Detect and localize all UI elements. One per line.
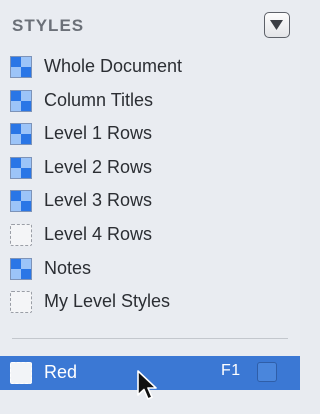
style-swatch-icon: [10, 156, 32, 179]
named-style-label: Red: [44, 362, 78, 382]
style-swatch-icon: [10, 190, 32, 213]
style-item-label: Whole Document: [44, 56, 183, 76]
named-style-checkbox[interactable]: [257, 362, 277, 382]
shortcut-key-label: F1: [221, 362, 241, 379]
style-item-level-1-rows[interactable]: Level 1 Rows: [0, 117, 300, 151]
styles-header: STYLES: [12, 12, 290, 40]
style-item-label: Level 1 Rows: [44, 123, 153, 144]
style-item-level-3-rows[interactable]: Level 3 Rows: [0, 184, 300, 218]
style-item-level-2-rows[interactable]: Level 2 Rows: [0, 151, 300, 185]
style-item-label: Notes: [44, 257, 92, 278]
empty-swatch-icon: [10, 362, 32, 384]
empty-swatch-icon: [10, 291, 32, 314]
style-swatch-icon: [10, 56, 32, 78]
style-item-label: My Level Styles: [44, 291, 171, 312]
style-item-whole-document[interactable]: Whole Document: [0, 50, 300, 84]
styles-panel: STYLES Whole Document Column Titles Leve…: [0, 0, 300, 414]
style-list: Whole Document Column Titles Level 1 Row…: [0, 50, 300, 319]
style-item-label: Level 2 Rows: [44, 156, 153, 177]
style-item-label: Level 4 Rows: [44, 223, 153, 244]
style-swatch-icon: [10, 123, 32, 146]
styles-menu-button[interactable]: [264, 12, 290, 38]
style-item-label: Column Titles: [44, 89, 154, 110]
empty-swatch-icon: [10, 223, 32, 246]
section-divider: [12, 338, 288, 339]
style-item-my-level-styles[interactable]: My Level Styles: [0, 285, 300, 319]
style-item-notes[interactable]: Notes: [0, 252, 300, 286]
style-item-column-titles[interactable]: Column Titles: [0, 84, 300, 118]
style-swatch-icon: [10, 89, 32, 112]
styles-title: STYLES: [12, 16, 85, 35]
triangle-down-icon: [270, 20, 283, 30]
style-item-label: Level 3 Rows: [44, 190, 153, 211]
style-swatch-icon: [10, 257, 32, 280]
style-item-level-4-rows[interactable]: Level 4 Rows: [0, 218, 300, 252]
mouse-pointer-icon: [137, 370, 157, 400]
